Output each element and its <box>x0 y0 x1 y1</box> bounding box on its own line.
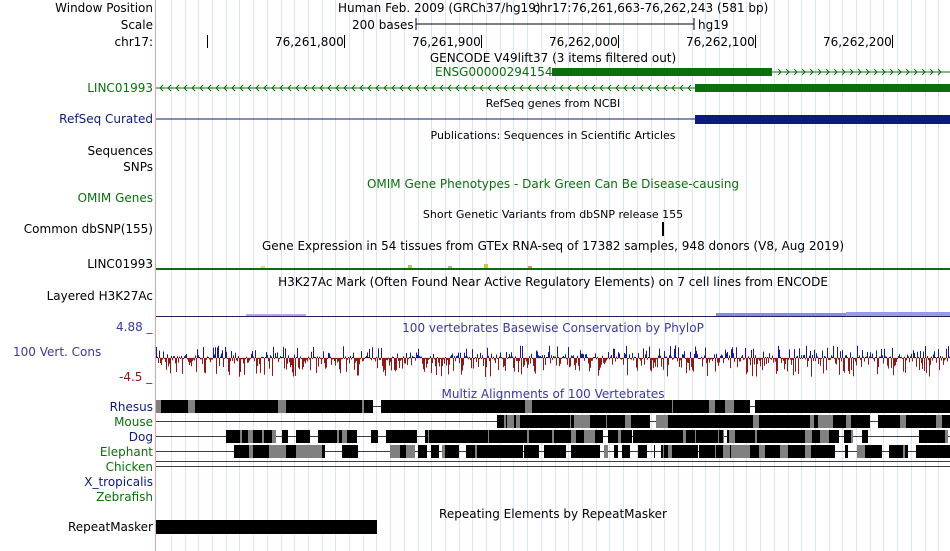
gencode-gene-models[interactable] <box>156 64 950 96</box>
species-label-elephant[interactable]: Elephant <box>100 445 153 459</box>
gtex-expression-bars[interactable] <box>156 262 950 272</box>
species-label-dog[interactable]: Dog <box>129 430 153 444</box>
species-label-mouse[interactable]: Mouse <box>114 415 153 429</box>
phylop-track-title[interactable]: 100 vertebrates Basewise Conservation by… <box>156 321 950 335</box>
assembly-text: Human Feb. 2009 (GRCh37/hg19) <box>338 1 541 15</box>
species-label-x-tropicalis[interactable]: X_tropicalis <box>84 475 153 489</box>
publications-side-label-1[interactable]: Sequences <box>88 144 153 158</box>
multiz-alignment-blocks[interactable] <box>156 399 950 474</box>
repeatmasker-side-label[interactable]: RepeatMasker <box>68 520 153 534</box>
phylop-conservation-bars[interactable] <box>156 336 950 386</box>
phylop-min-label: -4.5 _ <box>119 370 153 384</box>
h3k27ac-signal[interactable] <box>156 308 950 320</box>
publications-side-label-2[interactable]: SNPs <box>123 160 153 174</box>
repeatmasker-track-title[interactable]: Repeating Elements by RepeatMasker <box>156 507 950 521</box>
dbsnp-side-label[interactable]: Common dbSNP(155) <box>24 222 153 236</box>
phylop-side-label[interactable]: 100 Vert. Cons <box>13 345 101 359</box>
scale-bar <box>415 18 695 30</box>
publications-track-title[interactable]: Publications: Sequences in Scientific Ar… <box>156 129 950 143</box>
scale-text: 200 bases <box>352 18 414 32</box>
refseq-side-label[interactable]: RefSeq Curated <box>59 112 153 126</box>
dbsnp-track-title[interactable]: Short Genetic Variants from dbSNP releas… <box>156 208 950 222</box>
ruler-marks <box>207 35 893 48</box>
scale-label: Scale <box>120 18 153 32</box>
window-position-label: Window Position <box>55 1 153 15</box>
h3k27ac-track-title[interactable]: H3K27Ac Mark (Often Found Near Active Re… <box>156 275 950 289</box>
omim-side-label[interactable]: OMIM Genes <box>78 191 153 205</box>
phylop-max-label: 4.88 _ <box>116 320 153 334</box>
species-label-rhesus[interactable]: Rhesus <box>110 400 153 414</box>
species-label-chicken[interactable]: Chicken <box>106 460 153 474</box>
refseq-gene-model[interactable] <box>156 112 950 126</box>
gtex-track-title[interactable]: Gene Expression in 54 tissues from GTEx … <box>156 239 950 253</box>
gtex-side-label[interactable]: LINC01993 <box>87 257 153 271</box>
gencode-side-label[interactable]: LINC01993 <box>87 81 153 95</box>
repeatmasker-element[interactable] <box>156 520 386 534</box>
h3k27ac-side-label[interactable]: Layered H3K27Ac <box>47 289 153 303</box>
position-text: chr17:76,261,663-76,262,243 (581 bp) <box>533 1 769 15</box>
species-label-zebrafish[interactable]: Zebrafish <box>96 490 153 504</box>
gencode-track-title[interactable]: GENCODE V49lift37 (3 items filtered out) <box>156 51 950 65</box>
db-text: hg19 <box>698 18 729 32</box>
refseq-track-title[interactable]: RefSeq genes from NCBI <box>156 97 950 111</box>
omim-track-title[interactable]: OMIM Gene Phenotypes - Dark Green Can Be… <box>156 177 950 191</box>
dbsnp-variant-mark[interactable] <box>660 221 666 237</box>
